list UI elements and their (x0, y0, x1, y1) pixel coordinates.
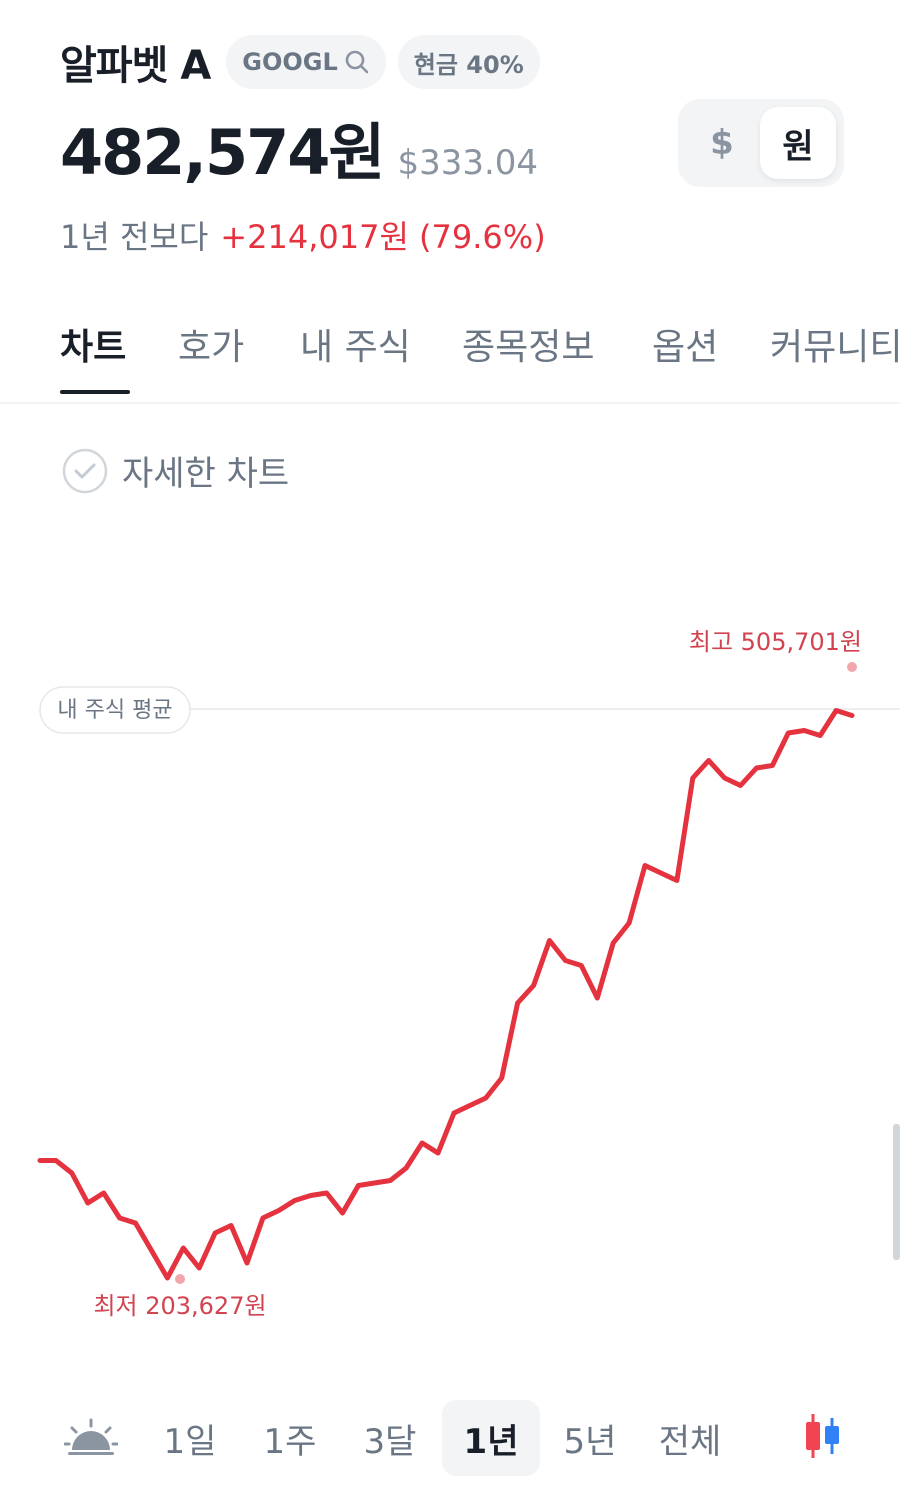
currency-toggle[interactable]: $ 원 (678, 99, 844, 187)
price-usd: $333.04 (397, 143, 539, 183)
detail-chart-toggle[interactable]: 자세한 차트 (62, 446, 289, 495)
high-price-label: 최고 505,701원 (689, 628, 862, 656)
price-row: 482,574원 $333.04 (60, 102, 538, 192)
period-5y[interactable]: 5년 (550, 1400, 630, 1476)
ticker-chip[interactable]: GOOGL (226, 35, 386, 89)
period-1w[interactable]: 1주 (250, 1400, 330, 1476)
price-change-row: 1년 전보다 +214,017원 (79.6%) (60, 212, 546, 258)
change-value: +214,017원 (79.6%) (220, 218, 546, 256)
low-price-label: 최저 203,627원 (93, 1292, 266, 1320)
cash-ratio-chip[interactable]: 현금 40% (397, 35, 540, 89)
tab-chart[interactable]: 차트 (60, 318, 126, 370)
stock-header: 알파벳 A GOOGL 현금 40% 482,574원 $333.04 $ 원 … (0, 0, 900, 280)
tab-stock-info[interactable]: 종목정보 (462, 318, 594, 370)
price-line-chart[interactable]: 내 주식 평균 최고 505,701원 최저 203,627원 (0, 560, 900, 1360)
stock-name-row: 알파벳 A GOOGL 현금 40% (60, 34, 552, 90)
period-1d[interactable]: 1일 (150, 1400, 230, 1476)
high-point-marker (847, 662, 857, 672)
tab-community[interactable]: 커뮤니티 (770, 318, 900, 370)
search-icon (345, 50, 369, 74)
change-period-label: 1년 전보다 (60, 218, 209, 256)
tab-orderbook[interactable]: 호가 (178, 318, 244, 370)
period-all[interactable]: 전체 (648, 1400, 732, 1476)
active-tab-indicator (60, 390, 130, 394)
check-circle-icon[interactable] (62, 448, 108, 494)
tab-options[interactable]: 옵션 (652, 318, 718, 370)
period-3m[interactable]: 3달 (350, 1400, 430, 1476)
detail-chart-label: 자세한 차트 (122, 454, 290, 494)
scrollbar-thumb[interactable] (893, 1124, 900, 1260)
tab-my-stock[interactable]: 내 주식 (300, 318, 411, 370)
cash-ratio-label: 현금 40% (413, 50, 524, 79)
price-krw: 482,574원 (60, 116, 385, 189)
stock-name: 알파벳 A (60, 43, 211, 89)
average-price-label: 내 주식 평균 (57, 698, 172, 723)
low-point-marker (175, 1274, 185, 1284)
candlestick-icon[interactable] (802, 1412, 844, 1460)
price-series-line (37, 708, 855, 1281)
sunrise-icon[interactable] (64, 1418, 118, 1458)
tab-bar: 차트 호가 내 주식 종목정보 옵션 커뮤니티 (0, 300, 900, 404)
currency-usd-option[interactable]: $ (684, 107, 760, 179)
period-selector: 1일 1주 3달 1년 5년 전체 (0, 1392, 900, 1478)
period-1y[interactable]: 1년 (442, 1400, 540, 1476)
ticker-label: GOOGL (242, 48, 338, 76)
currency-krw-option[interactable]: 원 (760, 107, 836, 179)
average-price-badge: 내 주식 평균 (39, 686, 191, 734)
